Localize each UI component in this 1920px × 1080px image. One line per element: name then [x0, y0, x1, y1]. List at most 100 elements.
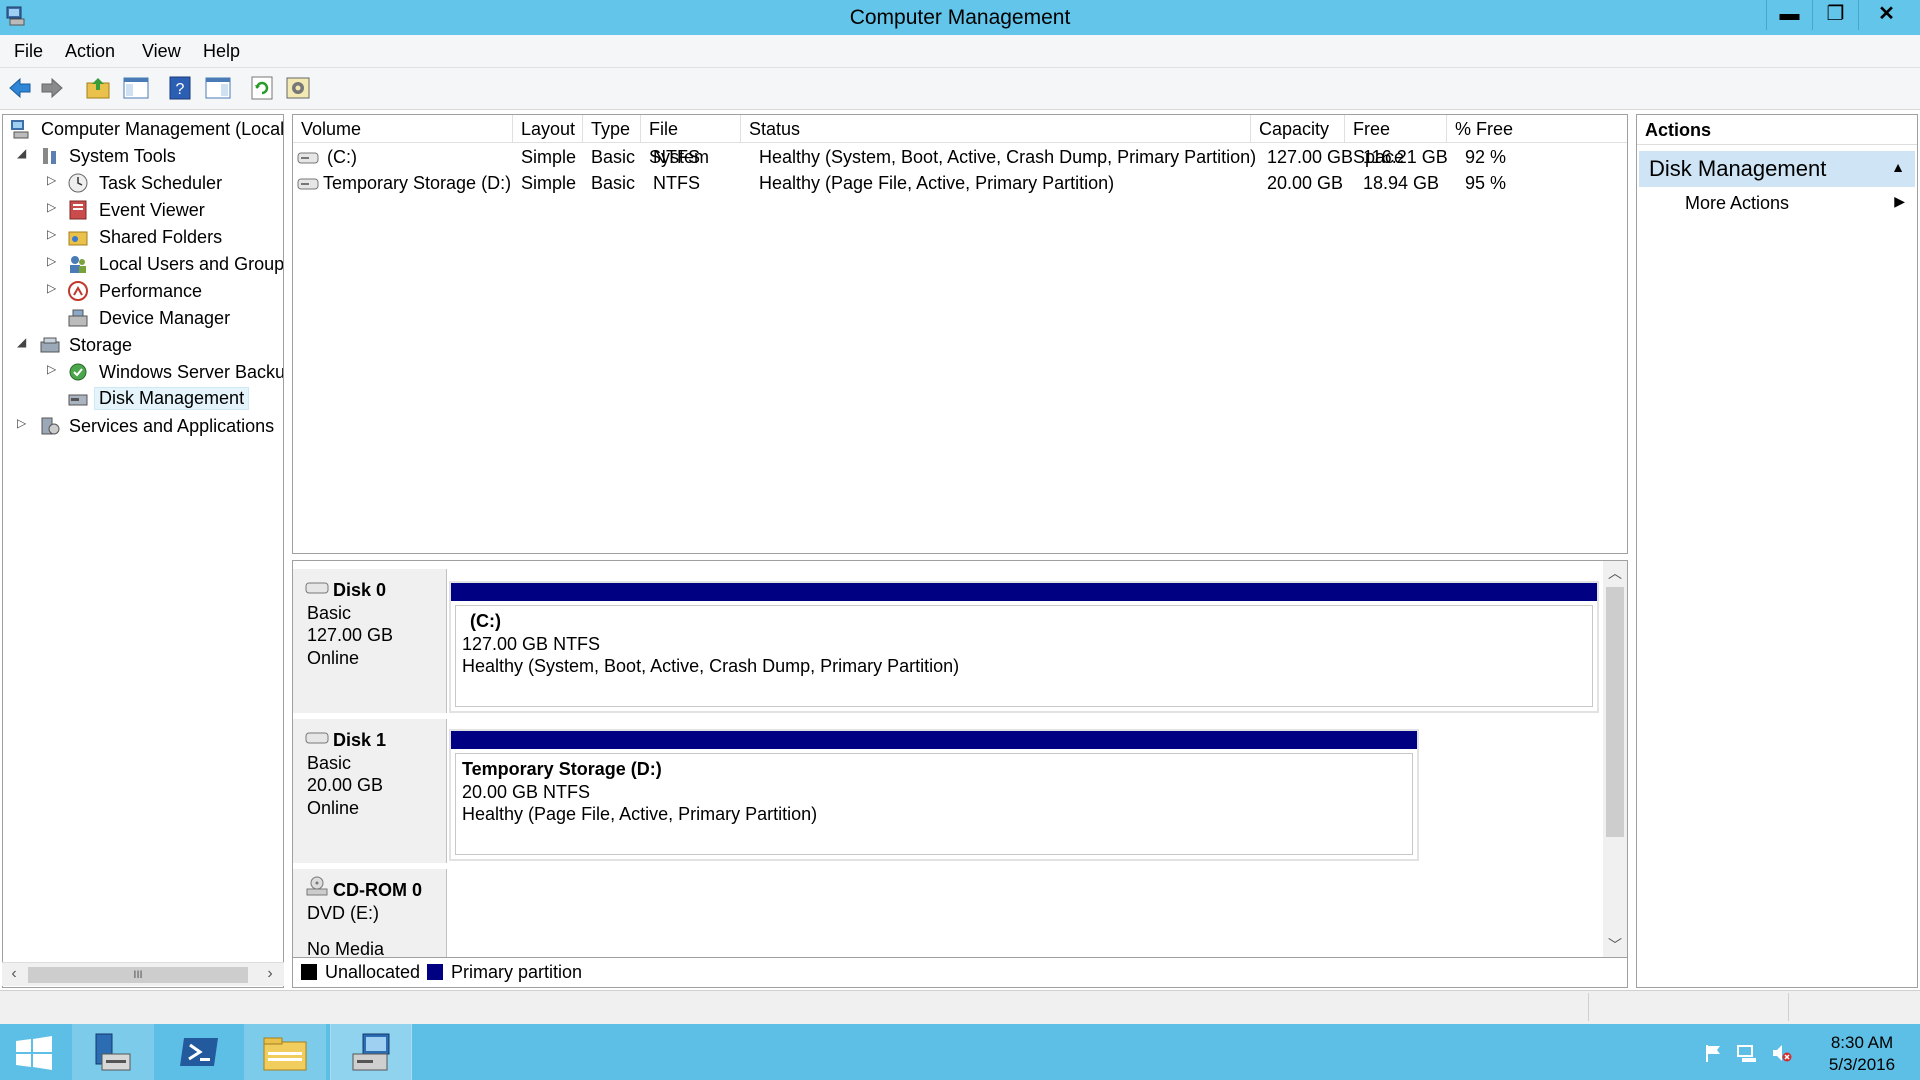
status-divider — [1788, 993, 1789, 1021]
show-hide-console-tree-icon[interactable] — [122, 74, 150, 102]
start-icon — [16, 1036, 52, 1070]
users-icon — [70, 256, 86, 273]
column-header-file-system[interactable]: File System — [641, 115, 741, 167]
tree-item-local-users[interactable]: ▷ Local Users and Groups — [7, 252, 283, 278]
partition-c[interactable]: (C:) 127.00 GB NTFS Healthy (System, Boo… — [449, 581, 1599, 713]
show-hide-action-pane-icon[interactable] — [204, 74, 232, 102]
minimize-button[interactable]: ▬ — [1766, 0, 1812, 30]
expand-arrow-icon[interactable]: ▷ — [17, 416, 31, 430]
action-center-flag-icon[interactable] — [1702, 1042, 1724, 1064]
menu-help[interactable]: Help — [203, 41, 240, 62]
cell-status: Healthy (System, Boot, Active, Crash Dum… — [759, 147, 1257, 167]
scroll-up-icon[interactable]: ︿ — [1603, 563, 1627, 583]
system-clock[interactable]: 8:30 AM 5/3/2016 — [1812, 1032, 1912, 1076]
expand-arrow-icon[interactable]: ▷ — [47, 362, 61, 376]
partition-body: (C:) 127.00 GB NTFS Healthy (System, Boo… — [455, 605, 1593, 707]
partition-d[interactable]: Temporary Storage (D:) 20.00 GB NTFS Hea… — [449, 729, 1419, 861]
menu-view[interactable]: View — [142, 41, 181, 62]
back-icon[interactable] — [6, 74, 34, 102]
close-button[interactable]: ✕ — [1858, 0, 1914, 30]
collapse-arrow-icon[interactable]: ◢ — [17, 335, 31, 349]
taskbar-file-explorer[interactable] — [244, 1024, 326, 1080]
collapse-arrow-icon[interactable]: ◢ — [17, 146, 31, 160]
forward-icon[interactable] — [38, 74, 66, 102]
scroll-thumb[interactable]: III — [28, 967, 248, 983]
expand-arrow-icon[interactable]: ▷ — [47, 200, 61, 214]
tree-item-services-applications[interactable]: ▷ Services and Applications — [7, 414, 283, 440]
table-row[interactable]: Temporary Storage (D:) Simple Basic NTFS… — [293, 171, 1627, 197]
help-icon[interactable]: ? — [166, 74, 194, 102]
column-header-capacity[interactable]: Capacity — [1251, 115, 1345, 143]
cell-free-space: 18.94 GB — [1363, 173, 1440, 193]
network-icon[interactable] — [1736, 1042, 1758, 1064]
tree-label: Event Viewer — [99, 200, 205, 220]
expand-arrow-icon[interactable]: ▷ — [47, 281, 61, 295]
more-actions-link[interactable]: More Actions — [1685, 193, 1789, 214]
column-header-volume[interactable]: Volume — [293, 115, 513, 143]
tree-item-event-viewer[interactable]: ▷ Event Viewer — [7, 198, 283, 224]
tree-horizontal-scrollbar[interactable]: ‹ III › — [2, 962, 284, 986]
disk-label[interactable]: CD-ROM 0 DVD (E:) No Media — [293, 869, 447, 957]
disk-label[interactable]: Disk 0 Basic 127.00 GB Online — [293, 569, 447, 713]
taskbar-server-manager[interactable] — [72, 1024, 154, 1080]
volume-list[interactable]: Volume Layout Type File System Status Ca… — [292, 114, 1628, 554]
disk-row[interactable]: Disk 1 Basic 20.00 GB Online Temporary S… — [293, 719, 1603, 863]
partition-size: 127.00 GB NTFS — [462, 633, 601, 654]
table-row[interactable]: (C:) Simple Basic NTFS Healthy (System, … — [293, 145, 1627, 171]
column-header-percent-free[interactable]: % Free — [1447, 115, 1627, 143]
speaker-muted-icon[interactable] — [1770, 1042, 1792, 1064]
submenu-arrow-icon[interactable]: ▶ — [1894, 193, 1905, 210]
computer-management-icon — [11, 120, 29, 139]
disk-view-vertical-scrollbar[interactable]: ︿ ﹀ — [1603, 561, 1627, 957]
up-folder-icon[interactable] — [84, 74, 112, 102]
actions-header: Actions — [1637, 115, 1917, 145]
taskbar-computer-management[interactable] — [330, 1024, 412, 1080]
taskbar: 8:30 AM 5/3/2016 — [0, 1024, 1920, 1080]
status-divider — [1588, 993, 1589, 1021]
clock-date: 5/3/2016 — [1828, 1055, 1896, 1074]
disk-management-icon — [68, 394, 88, 406]
tree-item-system-tools[interactable]: ◢ System Tools — [7, 144, 283, 170]
column-header-type[interactable]: Type — [583, 115, 641, 143]
menu-action[interactable]: Action — [65, 41, 115, 62]
disk-graphical-view[interactable]: Disk 0 Basic 127.00 GB Online (C:) 127.0… — [292, 560, 1628, 958]
tree-item-device-manager[interactable]: Device Manager — [7, 306, 283, 332]
disk-row[interactable]: CD-ROM 0 DVD (E:) No Media — [293, 869, 1603, 957]
tree-item-computer-management[interactable]: Computer Management (Local — [7, 117, 283, 143]
tree-item-shared-folders[interactable]: ▷ Shared Folders — [7, 225, 283, 251]
column-header-layout[interactable]: Layout — [513, 115, 583, 143]
tree-item-task-scheduler[interactable]: ▷ Task Scheduler — [7, 171, 283, 197]
disk-row[interactable]: Disk 0 Basic 127.00 GB Online (C:) 127.0… — [293, 569, 1603, 713]
refresh-icon[interactable] — [248, 74, 276, 102]
services-icon — [41, 417, 60, 435]
column-header-free-space[interactable]: Free Space — [1345, 115, 1447, 167]
shared-folder-icon — [68, 231, 88, 246]
actions-section-title: Disk Management — [1649, 156, 1827, 181]
expand-arrow-icon[interactable]: ▷ — [47, 254, 61, 268]
expand-arrow-icon[interactable]: ▷ — [47, 173, 61, 187]
start-button[interactable] — [0, 1024, 70, 1080]
tree-item-performance[interactable]: ▷ Performance — [7, 279, 283, 305]
collapse-up-icon[interactable]: ▲ — [1891, 159, 1905, 175]
settings-icon[interactable] — [284, 74, 312, 102]
disk-size: 20.00 GB — [307, 775, 384, 795]
console-tree[interactable]: Computer Management (Local ◢ System Tool… — [2, 114, 284, 988]
expand-arrow-icon[interactable]: ▷ — [47, 227, 61, 241]
scroll-down-icon[interactable]: ﹀ — [1603, 935, 1627, 955]
scroll-thumb[interactable] — [1606, 587, 1624, 837]
disk-label[interactable]: Disk 1 Basic 20.00 GB Online — [293, 719, 447, 863]
cell-status: Healthy (Page File, Active, Primary Part… — [759, 173, 1115, 193]
tree-item-disk-management[interactable]: Disk Management — [7, 387, 283, 413]
tree-item-storage[interactable]: ◢ Storage — [7, 333, 283, 359]
disk-type: Basic — [307, 602, 352, 623]
restore-button[interactable]: ❐ — [1812, 0, 1858, 30]
scroll-right-icon[interactable]: › — [260, 965, 280, 983]
scroll-left-icon[interactable]: ‹ — [4, 965, 24, 983]
column-header-status[interactable]: Status — [741, 115, 1251, 143]
taskbar-powershell[interactable] — [158, 1024, 240, 1080]
cell-volume: Temporary Storage (D:) — [323, 173, 512, 193]
tree-item-windows-server-backup[interactable]: ▷ Windows Server Backup — [7, 360, 283, 386]
title-bar: Computer Management ▬ ❐ ✕ — [0, 0, 1920, 35]
actions-section-disk-management[interactable]: Disk Management ▲ — [1639, 151, 1915, 187]
menu-file[interactable]: File — [14, 41, 43, 62]
